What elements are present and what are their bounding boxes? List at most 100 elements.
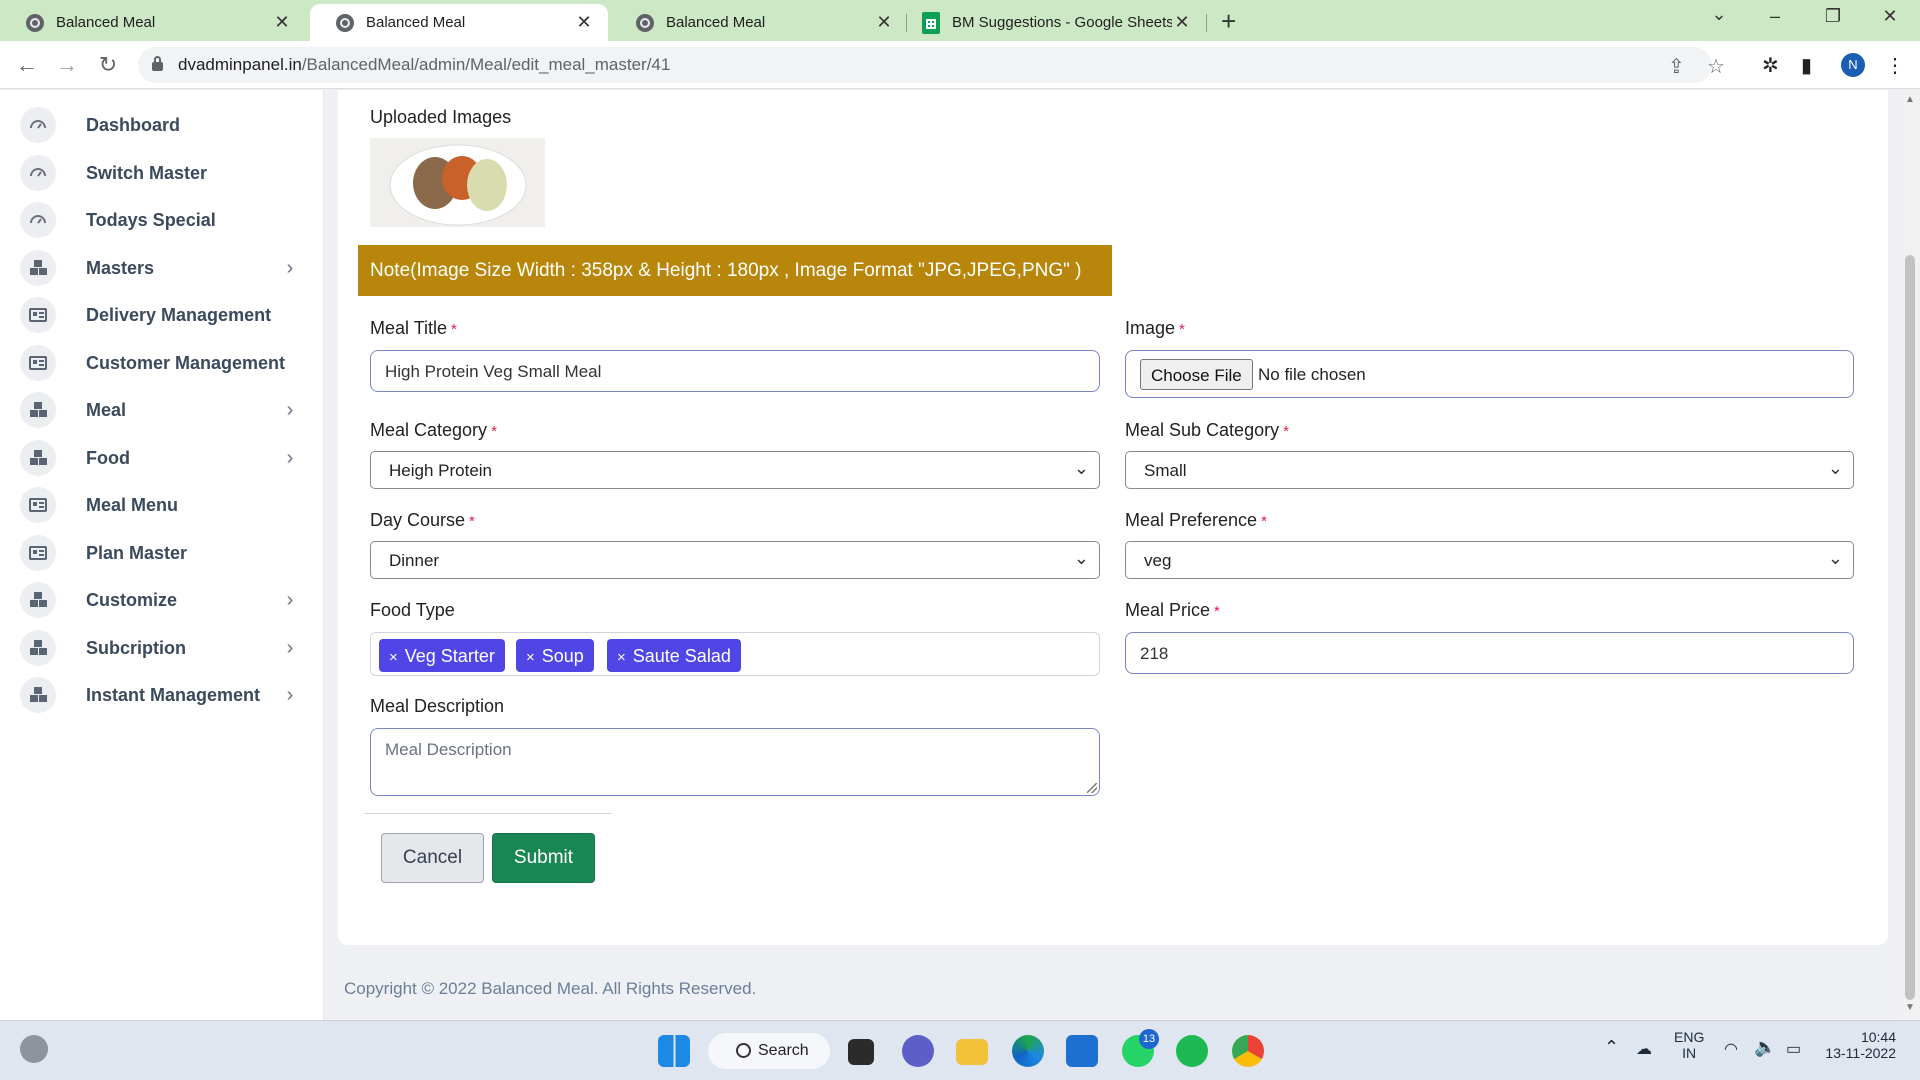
sidebar-item-switch-master[interactable]: Switch Master — [20, 153, 300, 193]
show-hidden-icons-chevron-icon[interactable]: ⌃ — [1604, 1037, 1619, 1058]
tab-title: Balanced Meal — [56, 14, 156, 31]
browser-tab[interactable]: BM Suggestions - Google Sheets ✕ — [896, 4, 1206, 41]
onedrive-cloud-icon[interactable]: ☁ — [1636, 1039, 1652, 1059]
microsoft-store-icon[interactable] — [1066, 1035, 1098, 1067]
globe-icon — [26, 13, 44, 32]
selected-value: veg — [1144, 551, 1172, 570]
close-icon[interactable]: ✕ — [874, 12, 894, 33]
image-file-input[interactable]: Choose File No file chosen — [1125, 350, 1854, 398]
lock-icon[interactable] — [152, 56, 163, 71]
textarea-placeholder: Meal Description — [385, 740, 512, 759]
browser-toolbar: ← → ↻ dvadminpanel.in/BalancedMeal/admin… — [0, 41, 1920, 89]
maximize-icon[interactable]: ❐ — [1813, 6, 1853, 27]
sidebar-item-delivery-management[interactable]: Delivery Management — [20, 295, 300, 335]
remove-tag-icon[interactable]: × — [617, 649, 626, 666]
food-type-multiselect[interactable]: × Veg Starter × Soup × Saute Salad — [370, 632, 1100, 676]
remove-tag-icon[interactable]: × — [389, 649, 398, 666]
profile-avatar[interactable]: N — [1841, 53, 1865, 77]
sidebar-item-label: Meal — [86, 399, 127, 420]
volume-icon[interactable]: 🔈 — [1754, 1037, 1776, 1058]
spotify-icon[interactable] — [1176, 1035, 1208, 1067]
required-mark: * — [451, 321, 457, 338]
sidebar-item-todays-special[interactable]: Todays Special — [20, 200, 300, 240]
address-bar[interactable]: dvadminpanel.in/BalancedMeal/admin/Meal/… — [138, 47, 1725, 83]
chevron-right-icon: › — [286, 398, 294, 421]
bookmark-star-icon[interactable]: ☆ — [1707, 54, 1725, 79]
file-status-text: No file chosen — [1258, 365, 1366, 384]
back-arrow-icon[interactable]: ← — [13, 51, 41, 79]
meal-preference-select[interactable]: veg ⌄ — [1125, 541, 1854, 579]
sidebar-item-label: Dashboard — [86, 114, 181, 135]
scroll-up-arrow-icon[interactable]: ▲ — [1905, 94, 1915, 105]
extensions-puzzle-icon[interactable]: ✲ — [1762, 53, 1779, 78]
battery-icon[interactable]: ▭ — [1786, 1039, 1801, 1059]
food-type-tag[interactable]: × Soup — [516, 639, 594, 672]
reload-icon[interactable]: ↻ — [94, 51, 122, 79]
scrollbar-thumb[interactable] — [1905, 255, 1915, 1000]
side-panel-icon[interactable]: ▮ — [1801, 53, 1812, 78]
browser-tab[interactable]: Balanced Meal ✕ — [0, 4, 306, 41]
meal-title-input[interactable]: High Protein Veg Small Meal — [370, 350, 1100, 392]
forward-arrow-icon[interactable]: → — [53, 51, 81, 79]
file-explorer-icon[interactable] — [956, 1039, 988, 1065]
edit-meal-card — [338, 90, 1888, 945]
sidebar-item-subcription[interactable]: Subcription › — [20, 628, 300, 668]
scroll-down-arrow-icon[interactable]: ▼ — [1905, 1002, 1915, 1013]
windows-start-icon[interactable] — [658, 1035, 690, 1067]
chrome-icon[interactable] — [1232, 1035, 1264, 1067]
clock[interactable]: 10:44 13-11-2022 — [1822, 1029, 1896, 1061]
taskbar-search[interactable]: Search — [708, 1033, 830, 1069]
submit-button[interactable]: Submit — [492, 833, 595, 883]
meal-description-label: Meal Description — [370, 696, 505, 716]
teams-chat-icon[interactable] — [902, 1035, 934, 1067]
tab-title: Balanced Meal — [666, 14, 766, 31]
more-menu-icon[interactable]: ⋮ — [1885, 53, 1905, 78]
edge-browser-icon[interactable] — [1012, 1035, 1044, 1067]
gauge-icon — [20, 107, 56, 143]
gauge-icon — [20, 202, 56, 238]
sidebar-item-dashboard[interactable]: Dashboard — [20, 105, 300, 145]
id-card-icon — [20, 487, 56, 523]
share-icon[interactable]: ⇪ — [1668, 54, 1685, 79]
meal-sub-category-select[interactable]: Small ⌄ — [1125, 451, 1854, 489]
task-view-icon[interactable] — [848, 1039, 874, 1065]
page-scrollbar[interactable]: ▲ ▼ — [1900, 90, 1920, 1020]
remove-tag-icon[interactable]: × — [526, 649, 535, 666]
browser-tab[interactable]: Balanced Meal ✕ — [610, 4, 908, 41]
wifi-icon[interactable]: ◠ — [1724, 1039, 1738, 1059]
selected-value: Dinner — [389, 551, 440, 570]
meal-price-input[interactable]: 218 — [1125, 632, 1854, 674]
sidebar-item-meal[interactable]: Meal › — [20, 390, 300, 430]
sidebar-item-food[interactable]: Food › — [20, 438, 300, 478]
close-icon[interactable]: ✕ — [574, 12, 594, 33]
chevron-right-icon: › — [286, 446, 294, 469]
choose-file-button[interactable]: Choose File — [1140, 359, 1253, 390]
food-type-tag[interactable]: × Veg Starter — [379, 639, 505, 672]
browser-tab-active[interactable]: Balanced Meal ✕ — [310, 4, 608, 41]
sidebar-item-customize[interactable]: Customize › — [20, 580, 300, 620]
sidebar-item-label: Masters — [86, 257, 155, 278]
food-type-tag[interactable]: × Saute Salad — [607, 639, 741, 672]
language-indicator[interactable]: ENG IN — [1674, 1029, 1704, 1061]
close-icon[interactable]: ✕ — [272, 12, 292, 33]
tab-search-chevron-icon[interactable]: ⌄ — [1699, 4, 1739, 25]
url-text[interactable]: dvadminpanel.in/BalancedMeal/admin/Meal/… — [178, 55, 670, 75]
sidebar-item-instant-management[interactable]: Instant Management › — [20, 675, 300, 715]
sidebar-item-label: Switch Master — [86, 162, 208, 183]
meal-description-textarea[interactable]: Meal Description — [370, 728, 1100, 796]
window-close-icon[interactable]: ✕ — [1870, 6, 1910, 27]
sidebar-item-masters[interactable]: Masters › — [20, 248, 300, 288]
meal-category-select[interactable]: Heigh Protein ⌄ — [370, 451, 1100, 489]
sidebar-item-customer-management[interactable]: Customer Management — [20, 343, 300, 383]
close-icon[interactable]: ✕ — [1172, 12, 1192, 33]
day-course-select[interactable]: Dinner ⌄ — [370, 541, 1100, 579]
windows-taskbar: Search 13 ⌃ ☁ ENG IN ◠ 🔈 ▭ 10:44 13-11-202… — [0, 1020, 1920, 1080]
new-tab-plus-icon[interactable]: + — [1221, 8, 1236, 34]
resize-handle-icon[interactable] — [1087, 783, 1097, 793]
sidebar-item-meal-menu[interactable]: Meal Menu — [20, 485, 300, 525]
chevron-down-icon: ⌄ — [1073, 458, 1089, 478]
cancel-button[interactable]: Cancel — [381, 833, 484, 883]
minimize-icon[interactable]: – — [1755, 6, 1795, 27]
widgets-icon[interactable] — [20, 1035, 48, 1063]
sidebar-item-plan-master[interactable]: Plan Master — [20, 533, 300, 573]
